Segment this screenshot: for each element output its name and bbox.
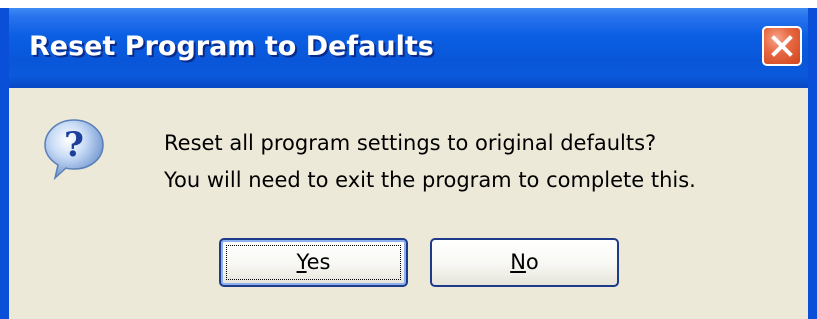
message-line-2: You will need to exit the program to com… — [164, 168, 696, 192]
title-bar[interactable]: Reset Program to Defaults — [9, 8, 808, 88]
question-icon: ? — [44, 119, 104, 181]
close-icon — [771, 35, 793, 57]
dialog-body: ? Reset all program settings to original… — [9, 88, 808, 319]
no-mnemonic: N — [510, 250, 526, 274]
dialog-title: Reset Program to Defaults — [29, 31, 434, 62]
yes-button[interactable]: Yes — [219, 238, 408, 287]
question-mark: ? — [64, 125, 84, 165]
no-button[interactable]: No — [430, 238, 619, 287]
yes-label-rest: es — [306, 250, 331, 274]
dialog-message: Reset all program settings to original d… — [164, 125, 696, 199]
no-label-rest: o — [525, 250, 539, 274]
message-line-1: Reset all program settings to original d… — [164, 131, 657, 155]
dialog-window: Reset Program to Defaults ? Reset all pr… — [0, 8, 817, 319]
yes-mnemonic: Y — [296, 250, 307, 274]
close-button[interactable] — [762, 26, 802, 66]
